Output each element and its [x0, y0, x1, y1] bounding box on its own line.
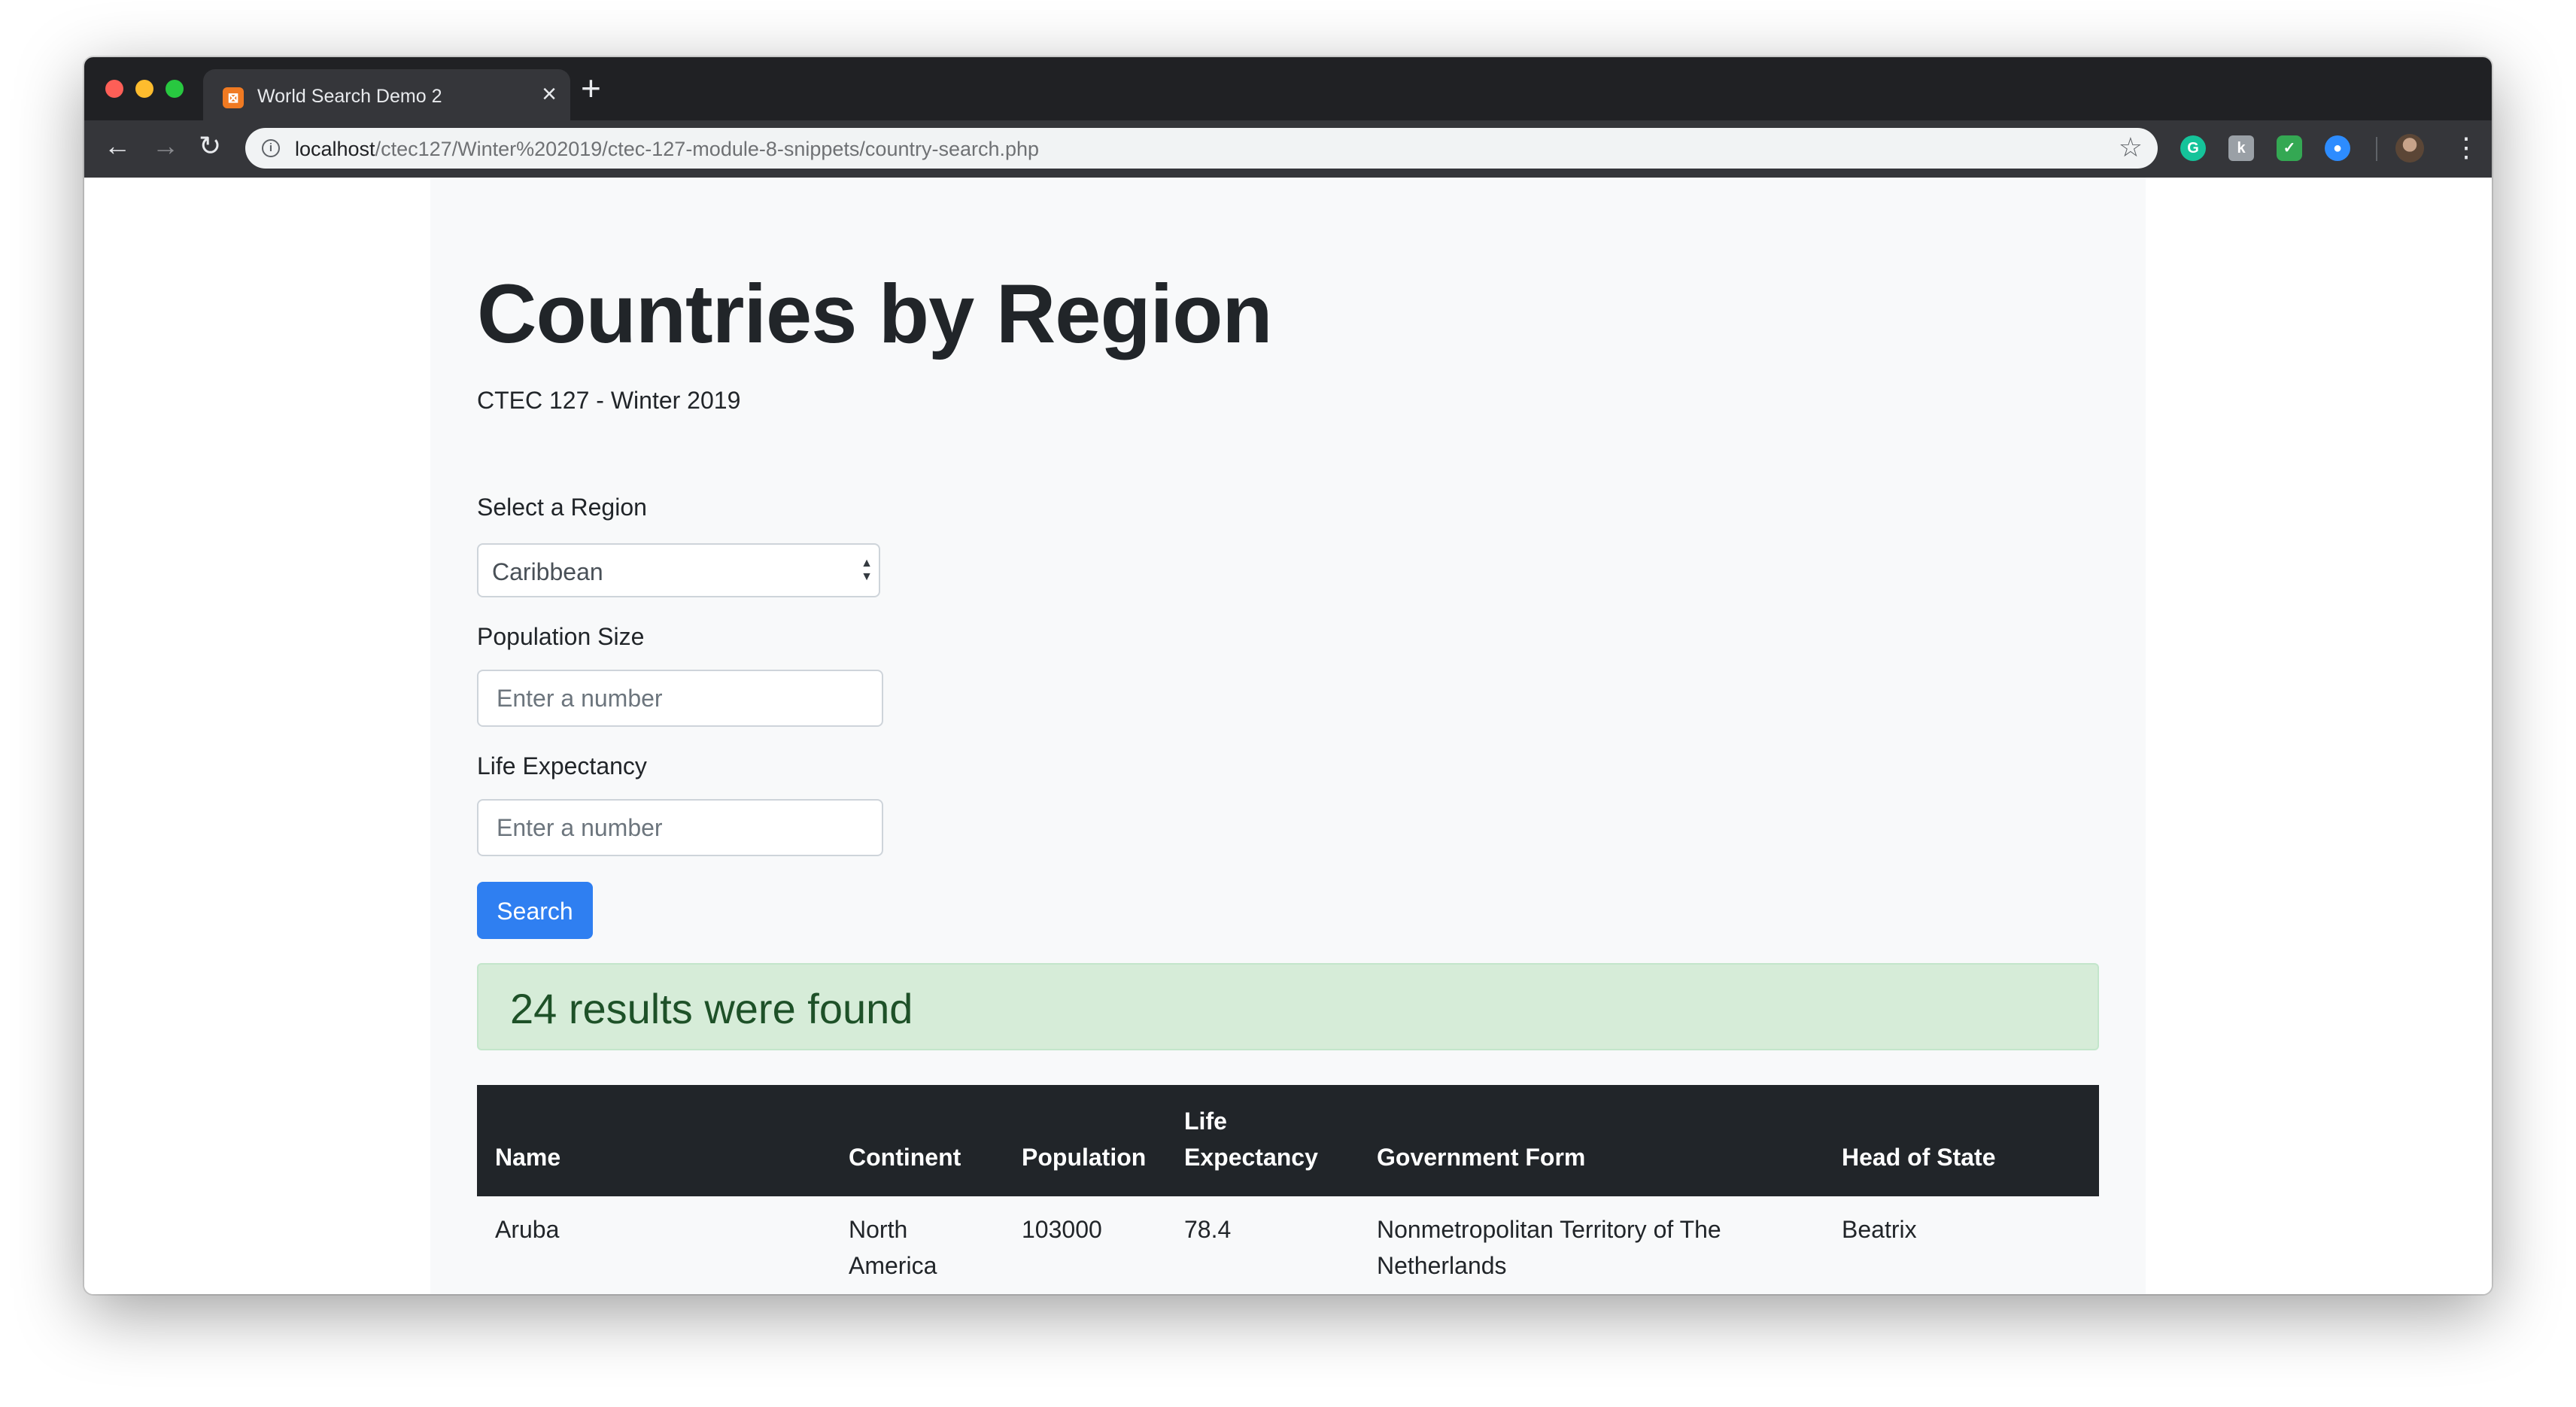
browser-tab[interactable]: ⊠ World Search Demo 2 ×: [203, 69, 570, 120]
table-header-row: Name Continent Population Life Expectancy…: [477, 1085, 2099, 1196]
table-row: Aruba North America 103000 78.4 Nonmetrop…: [477, 1196, 2099, 1294]
header-life-expectancy: Life Expectancy: [1166, 1085, 1359, 1196]
close-tab-icon[interactable]: ×: [542, 81, 557, 107]
results-count-text: 24 results were found: [510, 985, 913, 1032]
maximize-window-button[interactable]: [166, 80, 184, 98]
results-alert: 24 results were found: [477, 963, 2099, 1050]
url-path: /ctec127/Winter%202019/ctec-127-module-8…: [375, 138, 1040, 160]
browser-menu-icon[interactable]: ⋮: [2453, 131, 2480, 164]
region-label: Select a Region: [477, 494, 647, 521]
cell-continent-line1: North: [849, 1216, 908, 1243]
minimize-window-button[interactable]: [135, 80, 153, 98]
life-expectancy-input[interactable]: [477, 799, 883, 856]
region-selected-value: Caribbean: [492, 558, 603, 585]
cell-population: 103000: [1022, 1216, 1102, 1243]
population-label: Population Size: [477, 623, 645, 650]
cell-head-of-state: Beatrix: [1842, 1216, 1917, 1243]
cell-continent-line2: America: [849, 1252, 937, 1279]
xampp-favicon-icon: ⊠: [223, 87, 244, 108]
cell-government-line2: Netherlands: [1377, 1252, 1507, 1279]
info-icon[interactable]: i: [262, 139, 280, 157]
profile-avatar[interactable]: [2395, 134, 2424, 163]
reload-icon[interactable]: ↻: [199, 131, 221, 161]
bookmark-star-icon[interactable]: ☆: [2119, 132, 2143, 163]
browser-toolbar: ← → ↻ i localhost/ctec127/Winter%202019/…: [84, 120, 2492, 178]
extension-icon[interactable]: ✓: [2277, 135, 2302, 161]
life-expectancy-label: Life Expectancy: [477, 752, 647, 779]
new-tab-icon[interactable]: +: [581, 71, 601, 105]
grammarly-extension-icon[interactable]: G: [2180, 135, 2206, 161]
header-government-form: Government Form: [1359, 1085, 1824, 1196]
close-window-button[interactable]: [105, 80, 123, 98]
url-text[interactable]: localhost/ctec127/Winter%202019/ctec-127…: [295, 138, 1039, 161]
select-arrows-icon: ▲ ▼: [861, 557, 873, 583]
cell-name: Aruba: [495, 1216, 560, 1243]
header-continent: Continent: [831, 1085, 1004, 1196]
extension-icon[interactable]: k: [2228, 135, 2254, 161]
address-bar[interactable]: i localhost/ctec127/Winter%202019/ctec-1…: [245, 128, 2158, 169]
page-title: Countries by Region: [477, 268, 1273, 360]
page-subtitle: CTEC 127 - Winter 2019: [477, 387, 741, 414]
browser-window: ⊠ World Search Demo 2 × + ← → ↻ i localh…: [84, 57, 2492, 1294]
forward-arrow-icon[interactable]: →: [152, 131, 179, 161]
url-host: localhost: [295, 138, 375, 160]
region-select[interactable]: Caribbean ▲ ▼: [477, 543, 880, 597]
tab-bar: ⊠ World Search Demo 2 × +: [84, 57, 2492, 120]
back-arrow-icon[interactable]: ←: [104, 131, 131, 161]
header-head-of-state: Head of State: [1824, 1085, 2099, 1196]
header-life-line2: Expectancy: [1184, 1144, 1318, 1171]
cell-continent: North America: [831, 1196, 1004, 1294]
population-input[interactable]: [477, 670, 883, 727]
main-container: Countries by Region CTEC 127 - Winter 20…: [430, 178, 2146, 1294]
header-life-line1: Life: [1184, 1108, 1227, 1135]
tab-title: World Search Demo 2: [257, 86, 442, 107]
toolbar-divider: [2376, 137, 2377, 161]
cell-government-form: Nonmetropolitan Territory of The Netherla…: [1359, 1196, 1824, 1294]
results-table: Name Continent Population Life Expectancy…: [477, 1085, 2099, 1294]
zoom-extension-icon[interactable]: ●: [2325, 135, 2350, 161]
search-button[interactable]: Search: [477, 882, 593, 939]
cell-government-line1: Nonmetropolitan Territory of The: [1377, 1216, 1721, 1243]
header-name: Name: [477, 1085, 831, 1196]
page-viewport: Countries by Region CTEC 127 - Winter 20…: [84, 178, 2492, 1294]
header-population: Population: [1004, 1085, 1166, 1196]
cell-life-expectancy: 78.4: [1184, 1216, 1232, 1243]
